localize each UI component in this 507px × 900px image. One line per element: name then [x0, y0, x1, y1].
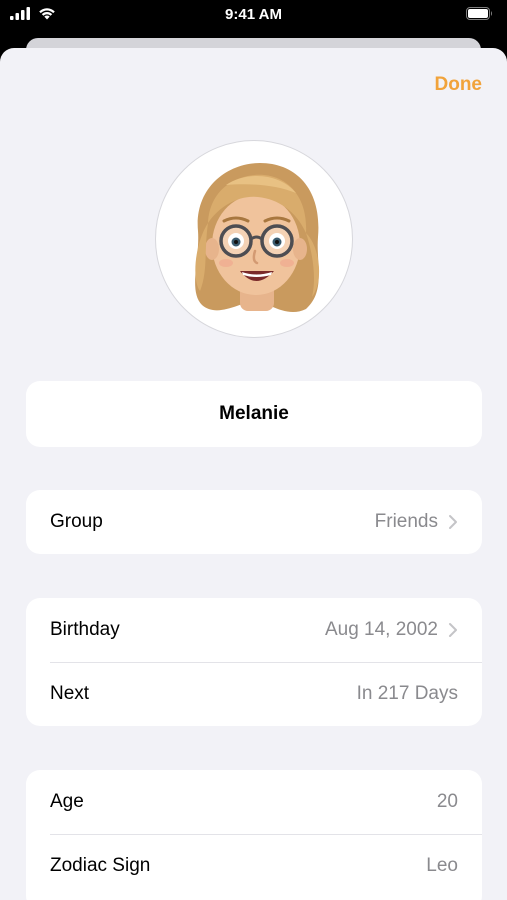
next-value: In 217 Days: [356, 683, 458, 704]
chevron-right-icon: [449, 515, 457, 529]
next-birthday-row: Next In 217 Days: [26, 662, 482, 726]
group-value: Friends: [374, 511, 438, 532]
group-card: Group Friends: [26, 490, 482, 554]
done-button[interactable]: Done: [435, 74, 483, 96]
status-bar: 9:41 AM: [0, 0, 507, 30]
age-label: Age: [50, 791, 84, 812]
memoji-avatar-image: [195, 163, 320, 313]
battery-icon: [466, 7, 493, 25]
age-value: 20: [436, 791, 458, 812]
avatar[interactable]: [155, 140, 353, 338]
zodiac-row: Zodiac Sign Leo: [26, 834, 482, 898]
group-label: Group: [50, 511, 103, 532]
birthday-value: Aug 14, 2002: [324, 619, 438, 640]
age-row: Age 20: [26, 770, 482, 834]
birthday-card: Birthday Aug 14, 2002 Next In 217 Days: [26, 598, 482, 726]
chevron-right-icon: [449, 623, 457, 637]
zodiac-label: Zodiac Sign: [50, 855, 151, 876]
contact-name: Melanie: [219, 403, 289, 424]
name-card[interactable]: Melanie: [26, 381, 482, 447]
birthday-label: Birthday: [50, 619, 120, 640]
group-row[interactable]: Group Friends: [26, 490, 482, 554]
next-label: Next: [50, 683, 90, 704]
zodiac-value: Leo: [426, 855, 458, 876]
birthday-row[interactable]: Birthday Aug 14, 2002: [26, 598, 482, 662]
details-card: Age 20 Zodiac Sign Leo: [26, 770, 482, 900]
status-time: 9:41 AM: [225, 6, 282, 23]
